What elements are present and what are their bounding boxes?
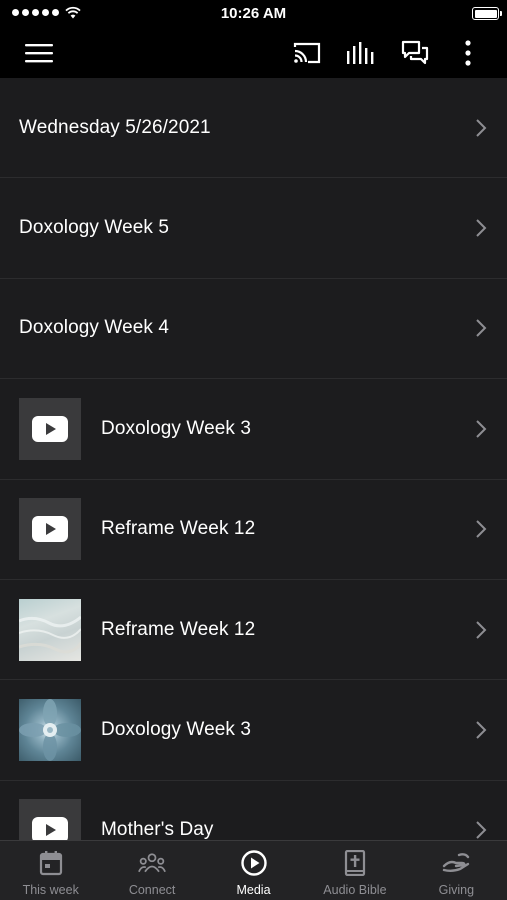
tab-bar: This week Connect Media Audio Bible Givi… [0,840,507,900]
status-bar: 10:26 AM [0,0,507,28]
media-list: Wednesday 5/26/2021 Doxology Week 5 Doxo… [0,78,507,840]
tab-this-week[interactable]: This week [0,841,101,900]
chevron-right-icon [476,821,487,840]
list-item-title: Mother's Day [101,819,214,840]
tab-media[interactable]: Media [203,841,304,900]
tab-audio-bible[interactable]: Audio Bible [304,841,405,900]
play-circle-icon [240,849,268,877]
list-item[interactable]: Reframe Week 12 [0,580,507,681]
chevron-right-icon [476,420,487,438]
cast-icon[interactable] [289,36,325,70]
equalizer-icon[interactable] [343,36,379,70]
chevron-right-icon [476,620,487,639]
list-item-title: Reframe Week 12 [101,618,256,640]
tab-label: This week [22,883,79,897]
tab-label: Media [236,883,271,897]
video-thumbnail [19,397,81,460]
video-play-icon [32,516,68,543]
tab-label: Giving [438,883,475,897]
battery-icon [472,7,502,20]
list-item-title: Wednesday 5/26/2021 [19,116,211,138]
nav-bar [0,28,507,78]
list-item-title: Doxology Week 5 [19,217,170,239]
bible-icon [341,849,369,877]
calendar-icon [37,849,65,877]
tab-label: Connect [128,883,176,897]
video-play-icon [32,817,68,840]
succulent-photo-thumbnail [19,699,81,762]
giving-hand-icon [442,849,470,877]
hamburger-menu-icon[interactable] [21,36,57,70]
list-item-title: Doxology Week 4 [19,317,170,339]
list-item-title: Doxology Week 3 [101,719,252,741]
list-item[interactable]: Doxology Week 5 [0,178,507,279]
list-item[interactable]: Mother's Day [0,781,507,840]
list-item[interactable]: Wednesday 5/26/2021 [0,78,507,179]
chevron-right-icon [476,721,487,739]
list-item[interactable]: Doxology Week 3 [0,680,507,781]
list-item-title: Doxology Week 3 [101,417,252,439]
status-time: 10:26 AM [220,5,287,22]
tab-label: Audio Bible [323,883,387,897]
list-item[interactable]: Doxology Week 3 [0,379,507,480]
beach-photo-thumbnail [19,598,81,661]
video-thumbnail [19,799,81,840]
chevron-right-icon [476,118,487,137]
list-item[interactable]: Reframe Week 12 [0,480,507,580]
chat-icon[interactable] [397,36,433,70]
video-thumbnail [19,498,81,561]
list-item[interactable]: Doxology Week 4 [0,279,507,380]
tab-connect[interactable]: Connect [101,841,202,900]
tab-giving[interactable]: Giving [406,841,507,900]
video-play-icon [32,415,68,442]
chevron-right-icon [476,520,487,538]
list-item-title: Reframe Week 12 [101,518,256,540]
people-icon [138,849,167,877]
chevron-right-icon [476,219,487,237]
chevron-right-icon [476,319,487,338]
more-vertical-icon[interactable] [450,36,486,70]
